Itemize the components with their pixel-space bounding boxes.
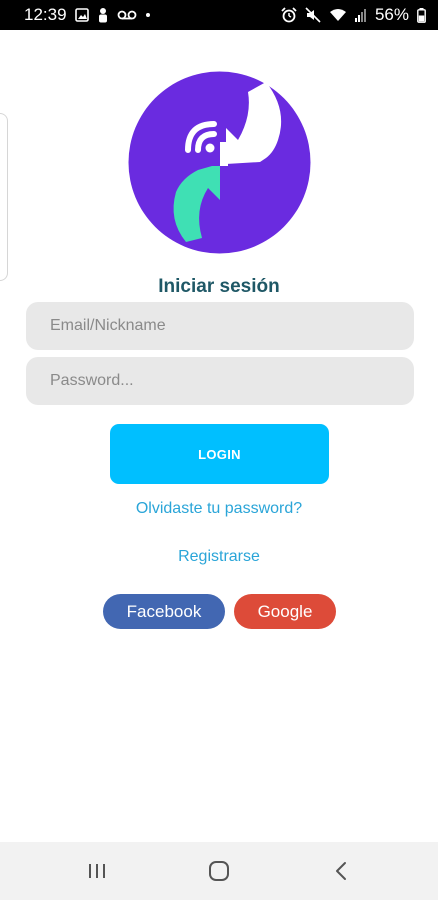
battery-icon bbox=[417, 6, 426, 24]
navigation-bar bbox=[0, 842, 438, 900]
status-left: 12:39 bbox=[24, 5, 151, 25]
person-icon bbox=[97, 6, 109, 24]
app-logo bbox=[128, 70, 311, 255]
page-title: Iniciar sesión bbox=[158, 276, 280, 297]
status-time: 12:39 bbox=[24, 5, 67, 24]
image-icon bbox=[74, 6, 89, 24]
alarm-icon bbox=[281, 6, 297, 24]
battery-percent: 56% bbox=[374, 5, 409, 24]
email-field[interactable] bbox=[26, 302, 414, 350]
register-link[interactable]: Registrarse bbox=[0, 548, 438, 566]
facebook-login-button[interactable]: Facebook bbox=[103, 594, 225, 629]
dot-icon bbox=[145, 6, 151, 24]
forgot-password-link[interactable]: Olvidaste tu password? bbox=[0, 500, 438, 518]
home-icon[interactable] bbox=[206, 858, 232, 884]
password-field[interactable] bbox=[26, 357, 414, 405]
login-button[interactable]: LOGIN bbox=[110, 424, 329, 484]
status-bar: 12:39 56% bbox=[0, 0, 438, 30]
signal-icon bbox=[354, 6, 367, 24]
wifi-icon bbox=[329, 6, 347, 24]
back-icon[interactable] bbox=[328, 858, 354, 884]
mute-icon bbox=[305, 6, 321, 24]
status-right: 56% bbox=[281, 5, 426, 25]
edge-panel-handle[interactable] bbox=[0, 113, 8, 281]
recents-icon[interactable] bbox=[84, 858, 110, 884]
voicemail-icon bbox=[117, 6, 137, 24]
google-login-button[interactable]: Google bbox=[234, 594, 336, 629]
